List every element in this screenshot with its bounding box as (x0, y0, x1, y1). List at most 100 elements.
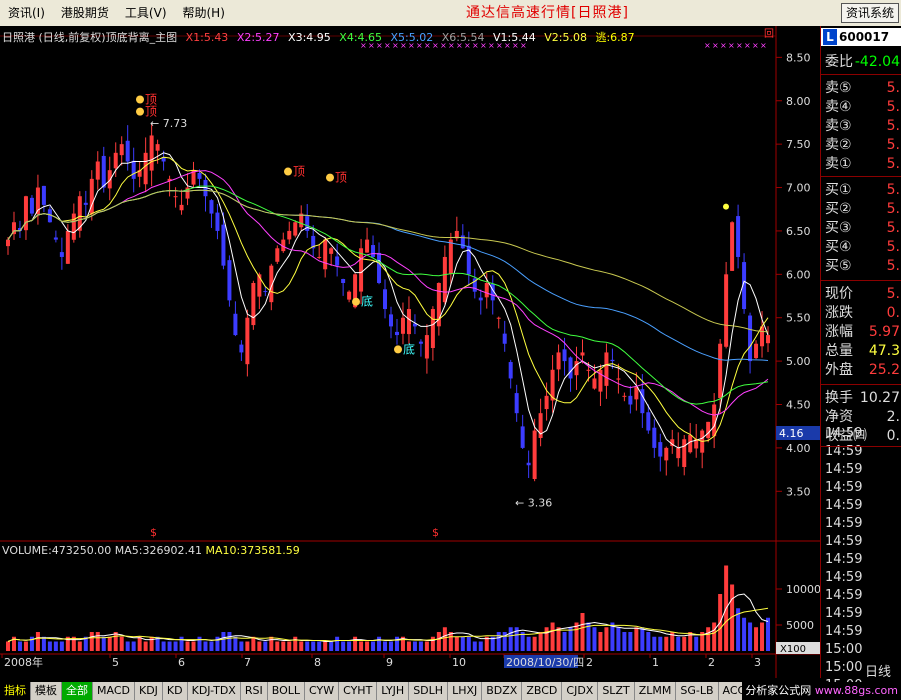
signal-dollar-marker: $ (150, 526, 157, 539)
tab-cyw[interactable]: CYW (305, 682, 340, 700)
tab-lhxj[interactable]: LHXJ (448, 682, 483, 700)
volume-bar (359, 641, 364, 651)
candle-body (442, 256, 447, 303)
volume-ma10: MA10:373581.59 (205, 544, 300, 557)
stat-label: 换手 (825, 390, 853, 406)
volume-bar (568, 627, 573, 651)
candle-body (556, 352, 561, 370)
tab-cjdx[interactable]: CJDX (562, 682, 599, 700)
buy-price: 5. (886, 201, 900, 217)
candle-body (65, 230, 70, 264)
candle-body (239, 344, 244, 353)
kline-chart-area[interactable]: 8.50 8.00 7.50 7.00 6.50 6.00 5.50 5.00 4.50 4.00… (0, 26, 821, 678)
escape-marker: × (728, 41, 735, 50)
menu-help[interactable]: 帮助(H) (175, 0, 233, 26)
tab-kdj-tdx[interactable]: KDJ-TDX (188, 682, 241, 700)
tab-sdlh[interactable]: SDLH (409, 682, 449, 700)
brand-url: www.88gs.com (814, 684, 898, 697)
menu-tools[interactable]: 工具(V) (117, 0, 175, 26)
volume-bar (592, 627, 597, 651)
moving-average-line (7, 185, 769, 405)
candle-body (448, 239, 453, 275)
y-axis-label: 5.50 (786, 312, 811, 325)
menu-hk-futures[interactable]: 港股期货 (53, 0, 117, 26)
candle-body (688, 434, 693, 453)
sell-row: 卖② 5. (825, 135, 901, 155)
volume-bar (263, 641, 268, 651)
vol-axis-label: 10000 (786, 583, 820, 596)
tab-全部[interactable]: 全部 (62, 682, 93, 700)
tab-kdj[interactable]: KDJ (135, 682, 163, 700)
tab-slzt[interactable]: SLZT (598, 682, 635, 700)
buy-label: 买⑤ (825, 258, 852, 274)
volume-bar (389, 641, 393, 651)
y-axis-label: 7.00 (786, 182, 811, 195)
tab-指标[interactable]: 指标 (0, 682, 31, 700)
y-axis-label: 8.00 (786, 95, 811, 108)
candle-body (622, 395, 627, 397)
candle-body (101, 155, 106, 188)
stat-value: 10.27 (859, 390, 900, 406)
x-axis-label: 9 (386, 656, 393, 669)
kline-chart-svg[interactable]: 8.50 8.00 7.50 7.00 6.50 6.00 5.50 5.00 4.50 4.00… (0, 26, 821, 678)
tab-boll[interactable]: BOLL (268, 682, 305, 700)
y-axis-label: 4.50 (786, 399, 811, 412)
tick-time: 15:00 (825, 660, 863, 675)
volume-bar (598, 632, 603, 651)
divider (821, 176, 901, 177)
tab-bdzx[interactable]: BDZX (482, 682, 523, 700)
info-system-button[interactable]: 资讯系统 (840, 3, 899, 23)
volume-bar (353, 636, 358, 651)
candle-body (568, 357, 573, 379)
tick-time: 14:59 (825, 624, 863, 639)
candle-body (263, 291, 268, 293)
x-axis-label: 5 (112, 656, 119, 669)
stock-code: 600017 (839, 30, 890, 44)
stat-label: 现价 (825, 286, 853, 302)
tick-time: 14:59 (825, 426, 863, 441)
candle-body (131, 160, 136, 179)
volume-ma5: MA5:326902.41 (114, 544, 202, 557)
tab-cyht[interactable]: CYHT (339, 682, 378, 700)
candle-body (394, 331, 399, 336)
chart-title: 日照港 (日线,前复权)顶底背离_主图 (2, 31, 178, 44)
tab-macd[interactable]: MACD (93, 682, 135, 700)
candle-body (179, 204, 184, 211)
tab-模板[interactable]: 模板 (31, 682, 62, 700)
stock-code-box[interactable]: L 600017 (821, 28, 901, 46)
tick-time: 14:59 (825, 588, 863, 603)
tick-time: 14:59 (825, 462, 863, 477)
sell-price: 5. (886, 99, 900, 115)
volume-bar (23, 641, 28, 651)
candle-body (484, 283, 489, 298)
candle-body (197, 172, 202, 179)
sell-row: 卖④ 5. (825, 97, 901, 117)
moving-average-line (7, 152, 769, 449)
tab-rsi[interactable]: RSI (241, 682, 268, 700)
candle-body (508, 362, 513, 379)
stat-value: 47.3 (868, 343, 900, 359)
candle-body (604, 352, 609, 386)
tab-kd[interactable]: KD (163, 682, 188, 700)
tick-time: 14:59 (825, 570, 863, 585)
tab-lyjh[interactable]: LYJH (377, 682, 410, 700)
candle-body (29, 197, 34, 214)
volume-bar (496, 632, 501, 651)
menu-info[interactable]: 资讯(I) (0, 0, 53, 26)
candle-body (287, 230, 292, 240)
candle-body (580, 352, 585, 356)
x-axis-label: 2008/10/30/四 (506, 656, 584, 669)
indicator-x6: X6:5.54 (441, 31, 485, 44)
tab-sg-lb[interactable]: SG-LB (676, 682, 719, 700)
candle-body (586, 369, 591, 371)
tab-zbcd[interactable]: ZBCD (522, 682, 563, 700)
indicator-x2: X2:5.27 (236, 31, 280, 44)
volume-bar (269, 636, 274, 651)
tab-zlmm[interactable]: ZLMM (635, 682, 677, 700)
volume-bar (185, 641, 190, 651)
volume-bar (550, 622, 555, 651)
escape-marker: × (760, 41, 767, 50)
candle-body (724, 274, 729, 347)
volume-bar (191, 641, 196, 651)
volume-bar (664, 636, 669, 651)
